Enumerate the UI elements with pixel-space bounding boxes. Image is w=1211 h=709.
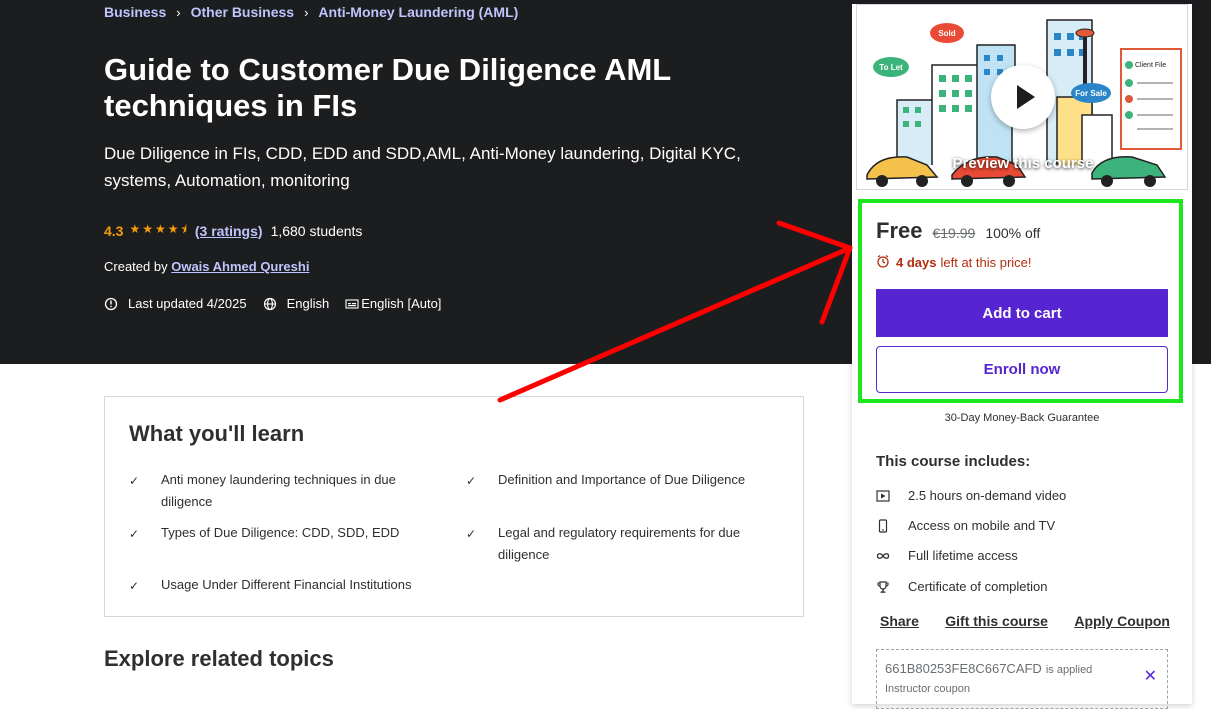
alert-badge-icon xyxy=(104,297,118,311)
close-icon[interactable]: ✕ xyxy=(1144,666,1157,686)
include-label: 2.5 hours on-demand video xyxy=(908,488,1067,503)
breadcrumb: Business › Other Business › Anti-Money L… xyxy=(104,4,518,20)
share-link[interactable]: Share xyxy=(880,613,919,629)
breadcrumb-link-aml[interactable]: Anti-Money Laundering (AML) xyxy=(318,4,518,20)
includes-title: This course includes: xyxy=(876,453,1031,470)
ratings-count-link[interactable]: (3 ratings) xyxy=(195,223,263,239)
include-label: Access on mobile and TV xyxy=(908,518,1056,533)
play-icon[interactable] xyxy=(991,65,1055,129)
learn-item: ✓ Types of Due Diligence: CDD, SDD, EDD xyxy=(129,522,429,545)
check-icon: ✓ xyxy=(466,527,477,541)
globe-icon xyxy=(263,297,277,311)
created-by-label: Created by xyxy=(104,259,168,274)
learn-item-text: Anti money laundering techniques in due … xyxy=(161,472,396,509)
to-let-sign: To Let xyxy=(879,63,903,72)
check-icon: ✓ xyxy=(466,474,477,488)
include-item-mobile: Access on mobile and TV xyxy=(876,518,1055,533)
chevron-right-icon: › xyxy=(304,4,309,20)
include-label: Certificate of completion xyxy=(908,579,1048,594)
explore-related-topics-title: Explore related topics xyxy=(104,646,334,671)
sold-sign: Sold xyxy=(938,29,955,38)
highlight-box xyxy=(858,199,1183,403)
breadcrumb-link-other-business[interactable]: Other Business xyxy=(191,4,294,20)
learn-item: ✓ Anti money laundering techniques in du… xyxy=(129,469,429,513)
course-subtitle: Due Diligence in FIs, CDD, EDD and SDD,A… xyxy=(104,144,741,190)
learn-item-text: Types of Due Diligence: CDD, SDD, EDD xyxy=(161,525,400,540)
check-icon: ✓ xyxy=(129,579,140,593)
money-back-guarantee: 30-Day Money-Back Guarantee xyxy=(944,412,1100,424)
client-file-label: Client File xyxy=(1135,62,1166,69)
star-rating-icon: ★★★★⯨ xyxy=(129,222,189,236)
author-link[interactable]: Owais Ahmed Qureshi xyxy=(171,259,309,274)
course-language: English xyxy=(286,296,330,311)
coupon-note: Instructor coupon xyxy=(885,683,970,695)
learn-item-text: Usage Under Different Financial Institut… xyxy=(161,577,412,592)
applied-coupon: 661B80253FE8C667CAFD is applied Instructo… xyxy=(876,649,1168,709)
course-captions: English [Auto] xyxy=(361,296,442,311)
rating-row: 4.3 ★★★★⯨ (3 ratings) 1,680 students xyxy=(104,220,362,241)
what-youll-learn: What you'll learn ✓ Anti money launderin… xyxy=(104,396,804,617)
apply-coupon-link[interactable]: Apply Coupon xyxy=(1074,613,1170,629)
check-icon: ✓ xyxy=(129,527,140,541)
learn-title: What you'll learn xyxy=(129,421,305,446)
include-item-video: 2.5 hours on-demand video xyxy=(876,488,1066,503)
captions-icon xyxy=(345,297,359,311)
include-item-lifetime: Full lifetime access xyxy=(876,548,1018,563)
gift-course-link[interactable]: Gift this course xyxy=(945,613,1048,629)
created-by: Created by Owais Ahmed Qureshi xyxy=(104,259,309,274)
course-meta: Last updated 4/2025 English English [Aut… xyxy=(104,296,457,311)
sidebar-actions: Share Gift this course Apply Coupon xyxy=(880,613,1170,629)
learn-item-text: Legal and regulatory requirements for du… xyxy=(498,525,741,562)
rating-value: 4.3 xyxy=(104,222,124,239)
trophy-icon xyxy=(876,580,908,594)
video-icon xyxy=(876,489,908,502)
infinity-icon xyxy=(876,551,908,561)
include-item-certificate: Certificate of completion xyxy=(876,579,1047,594)
check-icon: ✓ xyxy=(129,474,140,488)
learn-item: ✓ Definition and Importance of Due Dilig… xyxy=(466,469,786,492)
mobile-icon xyxy=(876,518,908,533)
include-label: Full lifetime access xyxy=(908,548,1018,563)
coupon-code: 661B80253FE8C667CAFD xyxy=(885,661,1042,676)
students-count: 1,680 students xyxy=(270,222,363,239)
last-updated: Last updated 4/2025 xyxy=(128,296,247,311)
breadcrumb-link-business[interactable]: Business xyxy=(104,4,166,20)
course-title: Guide to Customer Due Diligence AML tech… xyxy=(104,52,671,123)
coupon-line: 661B80253FE8C667CAFD is applied xyxy=(885,661,1092,676)
learn-item: ✓ Legal and regulatory requirements for … xyxy=(466,522,786,566)
learn-item-text: Definition and Importance of Due Diligen… xyxy=(498,472,746,487)
coupon-applied-text: is applied xyxy=(1045,664,1093,676)
preview-course-label[interactable]: Preview this course xyxy=(857,155,1187,172)
learn-item: ✓ Usage Under Different Financial Instit… xyxy=(129,574,449,597)
for-sale-sign: For Sale xyxy=(1075,89,1107,98)
course-preview[interactable]: Sold To Let For Sale Client File Preview… xyxy=(856,4,1188,190)
chevron-right-icon: › xyxy=(176,4,181,20)
